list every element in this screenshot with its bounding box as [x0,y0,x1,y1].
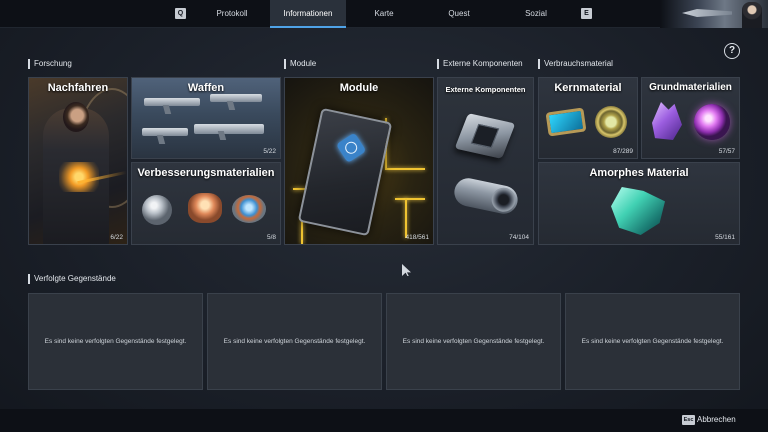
tile-count: 5/8 [266,234,276,241]
tile-count: 87/289 [613,148,633,155]
tile-count: 418/561 [405,234,430,241]
tab-sozial[interactable]: Sozial [503,0,569,28]
tile-title: Verbesserungsmaterialien [137,167,275,179]
section-label-verfolgt: Verfolgte Gegenstände [28,274,116,284]
tracked-empty-text: Es sind keine verfolgten Gegenstände fes… [402,338,545,345]
tab-karte[interactable]: Karte [352,0,416,28]
tracked-empty-text: Es sind keine verfolgten Gegenstände fes… [44,338,187,345]
key-hint-e: E [581,8,592,19]
tracked-slot-4[interactable]: Es sind keine verfolgten Gegenstände fes… [565,293,740,390]
section-label-verbrauch: Verbrauchsmaterial [538,59,613,69]
tracked-slot-1[interactable]: Es sind keine verfolgten Gegenstände fes… [28,293,203,390]
tab-quest[interactable]: Quest [426,0,492,28]
tile-externe-komponenten[interactable]: Externe Komponenten 74/104 [437,77,534,245]
tile-nachfahren[interactable]: Nachfahren 6/22 [28,77,128,245]
tile-title: Waffen [187,82,225,94]
tile-grundmaterialien[interactable]: Grundmaterialien 57/57 [641,77,740,159]
cancel-button[interactable]: Abbrechen [697,415,736,425]
module-image [285,78,433,244]
tracked-slot-3[interactable]: Es sind keine verfolgten Gegenstände fes… [386,293,561,390]
ship-image [682,9,732,17]
tile-count: 55/161 [715,234,735,241]
character-portrait [742,2,762,28]
bottom-bar [0,409,768,432]
top-nav-bar: Q Protokoll Informationen Karte Quest So… [0,0,768,28]
tile-title: Amorphes Material [589,167,689,179]
tile-title: Nachfahren [47,82,109,94]
tile-count: 57/57 [718,148,735,155]
tile-amorphes-material[interactable]: Amorphes Material 55/161 [538,162,740,245]
tile-title: Kernmaterial [554,82,622,94]
tile-count: 74/104 [509,234,529,241]
tile-kernmaterial[interactable]: Kernmaterial 87/289 [538,77,638,159]
section-label-externe: Externe Komponenten [437,59,523,69]
header-art [660,0,768,28]
tracked-empty-text: Es sind keine verfolgten Gegenstände fes… [223,338,366,345]
tracked-empty-text: Es sind keine verfolgten Gegenstände fes… [581,338,724,345]
section-label-module: Module [284,59,316,69]
module-emblem-icon [335,132,367,163]
tile-verbesserungsmaterialien[interactable]: Verbesserungsmaterialien 5/8 [131,162,281,245]
section-label-forschung: Forschung [28,59,72,69]
tile-title: Grundmaterialien [649,82,732,93]
descendant-image [29,78,127,244]
tab-protokoll[interactable]: Protokoll [199,0,265,28]
tile-count: 5/22 [263,148,276,155]
tile-count: 6/22 [110,234,123,241]
mouse-cursor-icon [402,264,411,276]
info-button[interactable]: ? [724,43,740,59]
tile-title: Module [339,82,379,94]
key-hint-q: Q [175,8,186,19]
tile-waffen[interactable]: Waffen 5/22 [131,77,281,159]
esc-key-hint: Esc [682,415,695,425]
tracked-slot-2[interactable]: Es sind keine verfolgten Gegenstände fes… [207,293,382,390]
tile-title: Externe Komponenten [445,85,526,94]
tab-informationen[interactable]: Informationen [270,0,346,28]
external-components-image [438,78,533,244]
tile-module[interactable]: Module 418/561 [284,77,434,245]
